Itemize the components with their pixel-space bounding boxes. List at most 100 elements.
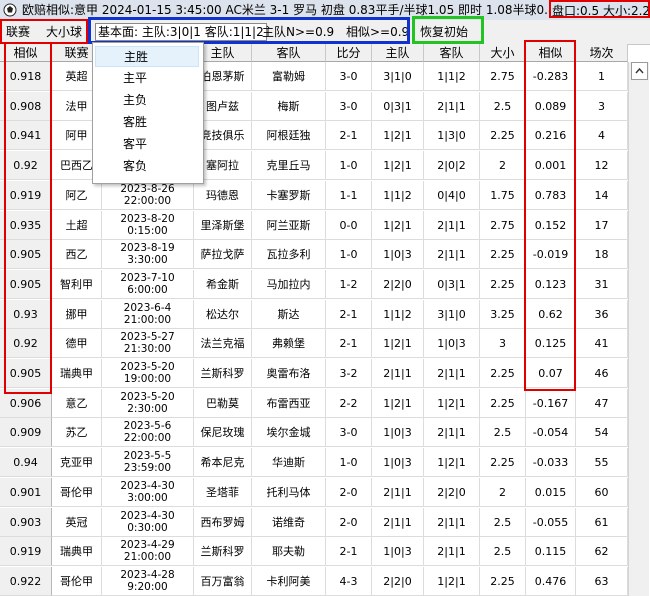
menu-item-home-win[interactable]: 主胜 <box>95 46 199 67</box>
cell-date-time: 0:15:00 <box>127 224 168 237</box>
cell-date-time: 21:00:00 <box>123 313 172 326</box>
cell-away-record: 2|1|1 <box>424 507 480 537</box>
cell-home-team: 法兰克福 <box>194 329 252 359</box>
table-row[interactable]: 0.906 意乙 2023-5-20 2:30:00 巴勒莫 布雷西亚 2-2 1|2|1 1|… <box>0 388 628 418</box>
table-row[interactable]: 0.901 哥伦甲 2023-4-30 3:00:00 圣塔菲 托利马体 2-0 2|1|1 2… <box>0 477 628 507</box>
cell-over-under: 2.75 <box>480 210 526 240</box>
cell-away-team: 华迪斯 <box>252 448 326 478</box>
cell-score: 1-0 <box>326 240 372 270</box>
cell-away-team: 耶夫勒 <box>252 537 326 567</box>
cell-over-under: 3.25 <box>480 299 526 329</box>
highlight-league-filters <box>0 19 88 44</box>
cell-date: 2023-8-20 0:15:00 <box>102 210 194 240</box>
cell-score: 2-0 <box>326 477 372 507</box>
cell-league: 苏乙 <box>52 418 102 448</box>
cell-date-time: 6:00:00 <box>127 283 168 296</box>
cell-home-team: 希本尼克 <box>194 448 252 478</box>
menu-item-away-win[interactable]: 客胜 <box>95 112 199 133</box>
cell-date: 2023-8-19 3:30:00 <box>102 240 194 270</box>
cell-away-record: 0|4|0 <box>424 180 480 210</box>
cell-over-under: 2.75 <box>480 62 526 91</box>
cell-date: 2023-6-4 21:00:00 <box>102 299 194 329</box>
cell-home-record: 1|0|3 <box>372 418 424 448</box>
cell-league: 哥伦甲 <box>52 477 102 507</box>
cell-home-team: 兰斯科罗 <box>194 537 252 567</box>
cell-match-count: 12 <box>576 151 628 181</box>
cell-away-record: 2|1|1 <box>424 240 480 270</box>
cell-home-team: 巴勒莫 <box>194 388 252 418</box>
column-header-away[interactable]: 客队 <box>252 44 326 62</box>
cell-over-under: 3 <box>480 329 526 359</box>
menu-item-home-draw[interactable]: 主平 <box>95 68 199 89</box>
cell-away-team: 阿兰亚斯 <box>252 210 326 240</box>
cell-over-under: 2.5 <box>480 537 526 567</box>
column-header-score[interactable]: 比分 <box>326 44 372 62</box>
cell-home-record: 1|2|1 <box>372 329 424 359</box>
cell-date-time: 21:30:00 <box>123 343 172 356</box>
cell-home-team: 兰斯科罗 <box>194 359 252 388</box>
cell-date-day: 2023-8-20 <box>120 212 175 225</box>
column-header-away-record[interactable]: 客队 <box>424 44 480 62</box>
result-filter-menu: 主胜 主平 主负 客胜 客平 客负 <box>92 42 204 184</box>
table-row[interactable]: 0.922 哥伦甲 2023-4-28 9:20:00 百万富翁 卡利阿美 4-3 2|2|0… <box>0 566 628 596</box>
cell-home-record: 1|2|1 <box>372 121 424 151</box>
cell-similarity: 0.919 <box>0 537 52 567</box>
menu-item-home-loss[interactable]: 主负 <box>95 90 199 111</box>
cell-date-day: 2023-5-20 <box>120 361 175 373</box>
scrollbar-up-button[interactable] <box>631 62 648 80</box>
cell-away-record: 3|1|0 <box>424 299 480 329</box>
cell-similarity: 0.909 <box>0 418 52 448</box>
cell-league: 瑞典甲 <box>52 359 102 388</box>
highlight-similarity2-column <box>524 40 576 391</box>
cell-home-record: 1|2|1 <box>372 210 424 240</box>
cell-over-under: 2.25 <box>480 448 526 478</box>
cell-date-time: 0:30:00 <box>127 521 168 534</box>
table-row[interactable]: 0.919 瑞典甲 2023-4-29 21:00:00 兰斯科罗 耶夫勒 2-1 1|0|3… <box>0 537 628 567</box>
cell-match-count: 46 <box>576 359 628 388</box>
cell-league: 意乙 <box>52 388 102 418</box>
cell-match-count: 4 <box>576 121 628 151</box>
cell-similarity-2: -0.167 <box>526 388 576 418</box>
cell-date-time: 3:00:00 <box>127 491 168 504</box>
cell-away-team: 诺维奇 <box>252 507 326 537</box>
cell-league: 瑞典甲 <box>52 537 102 567</box>
cell-similarity-2: 0.015 <box>526 477 576 507</box>
cell-away-team: 斯达 <box>252 299 326 329</box>
cell-date-day: 2023-5-5 <box>123 450 172 463</box>
cell-date: 2023-5-20 2:30:00 <box>102 388 194 418</box>
highlight-restore <box>412 16 484 44</box>
cell-home-record: 1|1|2 <box>372 180 424 210</box>
cell-home-record: 2|1|1 <box>372 507 424 537</box>
cell-league: 德甲 <box>52 329 102 359</box>
cell-match-count: 54 <box>576 418 628 448</box>
cell-score: 3-2 <box>326 359 372 388</box>
cell-date-time: 2:30:00 <box>127 402 168 415</box>
cell-match-count: 41 <box>576 329 628 359</box>
menu-item-away-draw[interactable]: 客平 <box>95 134 199 155</box>
column-header-home-record[interactable]: 主队 <box>372 44 424 62</box>
table-row[interactable]: 0.909 苏乙 2023-5-6 22:00:00 保尼玫瑰 埃尔金城 3-0 1|0|3 2… <box>0 418 628 448</box>
cell-similarity-2: -0.055 <box>526 507 576 537</box>
vertical-scrollbar[interactable] <box>628 62 649 596</box>
cell-date-day: 2023-4-29 <box>120 539 175 552</box>
cell-score: 1-2 <box>326 269 372 299</box>
cell-similarity-2: 0.476 <box>526 566 576 596</box>
table-row[interactable]: 0.903 英冠 2023-4-30 0:30:00 西布罗姆 诺维奇 2-0 2|1|1 2|… <box>0 507 628 537</box>
cell-home-team: 萨拉戈萨 <box>194 240 252 270</box>
highlight-similarity-column <box>4 42 52 394</box>
cell-date-time: 22:00:00 <box>123 194 172 207</box>
cell-similarity: 0.922 <box>0 566 52 596</box>
cell-match-count: 47 <box>576 388 628 418</box>
cell-away-team: 克里丘马 <box>252 151 326 181</box>
column-header-match-count[interactable]: 场次 <box>576 44 628 62</box>
menu-item-away-loss[interactable]: 客负 <box>95 156 199 177</box>
cell-away-record: 1|3|0 <box>424 121 480 151</box>
cell-away-team: 托利马体 <box>252 477 326 507</box>
cell-date: 2023-4-30 3:00:00 <box>102 477 194 507</box>
cell-over-under: 2.25 <box>480 269 526 299</box>
column-header-over-under[interactable]: 大小 <box>480 44 526 62</box>
table-row[interactable]: 0.94 克亚甲 2023-5-5 23:59:00 希本尼克 华迪斯 1-0 1|0|3 1|… <box>0 448 628 478</box>
cell-league: 智利甲 <box>52 269 102 299</box>
cell-away-record: 2|2|0 <box>424 477 480 507</box>
cell-over-under: 2.25 <box>480 121 526 151</box>
